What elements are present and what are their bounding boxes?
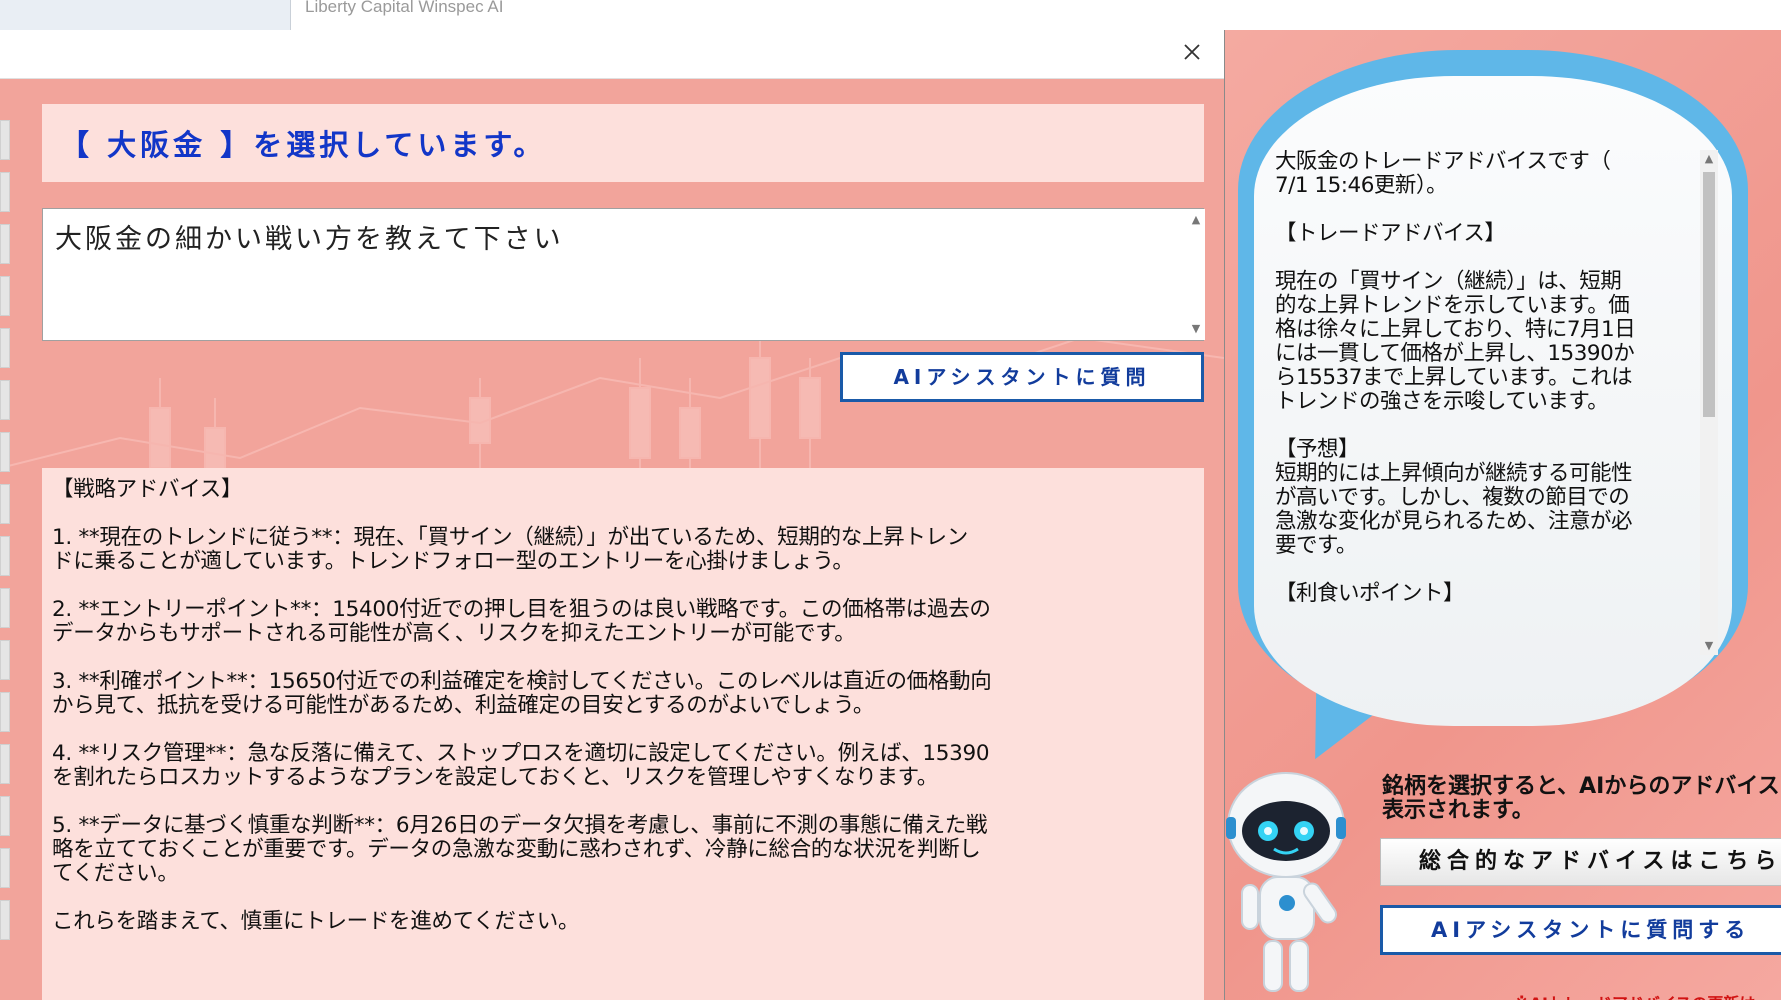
selection-banner: 【 大阪金 】を選択しています。 bbox=[42, 104, 1204, 182]
app-side-strip bbox=[0, 0, 291, 30]
trade-advice-text: 大阪金のトレードアドバイスです（ 7/1 15:46更新）。 【トレードアドバイ… bbox=[1275, 150, 1636, 606]
question-input[interactable]: 大阪金の細かい戦い方を教えて下さい ▲ ▼ bbox=[42, 208, 1205, 341]
trade-advice-box[interactable]: 大阪金のトレードアドバイスです（ 7/1 15:46更新）。 【トレードアドバイ… bbox=[1275, 150, 1720, 655]
scroll-up-icon[interactable]: ▲ bbox=[1700, 150, 1718, 168]
general-advice-button[interactable]: 総合的なアドバイスはこちら bbox=[1380, 838, 1781, 886]
instruction-line-1: 銘柄を選択すると、AIからのアドバイス bbox=[1382, 774, 1780, 799]
scrollbar-thumb[interactable] bbox=[1703, 172, 1715, 417]
scroll-down-icon[interactable]: ▼ bbox=[1187, 320, 1205, 338]
instruction-text: 銘柄を選択すると、AIからのアドバイス 表示されます。 bbox=[1382, 775, 1781, 823]
scroll-down-icon[interactable]: ▼ bbox=[1700, 637, 1718, 655]
question-scrollbar[interactable]: ▲ ▼ bbox=[1187, 209, 1205, 340]
advice-scrollbar[interactable]: ▲ ▼ bbox=[1700, 150, 1718, 655]
ask-ai-button[interactable]: AIアシスタントに質問 bbox=[840, 352, 1204, 402]
advice-side-panel: 大阪金のトレードアドバイスです（ 7/1 15:46更新）。 【トレードアドバイ… bbox=[1224, 30, 1781, 1000]
update-footnote: ※AIトレードアドバイスの更新は、 bbox=[1514, 990, 1771, 1000]
left-edge-strip bbox=[0, 120, 10, 952]
close-icon[interactable] bbox=[1180, 40, 1204, 64]
question-input-value: 大阪金の細かい戦い方を教えて下さい bbox=[55, 224, 564, 255]
ask-ai-assistant-button[interactable]: AIアシスタントに質問する bbox=[1380, 905, 1781, 955]
app-titlebar: Liberty Capital Winspec AI bbox=[0, 0, 1781, 31]
robot-mascot-icon bbox=[1226, 772, 1346, 992]
instruction-line-2: 表示されます。 bbox=[1382, 798, 1534, 823]
strategy-advice-panel: 【戦略アドバイス】 1. **現在のトレンドに従う**：現在、「買サイン（継続）… bbox=[42, 468, 1204, 1000]
dialog-titlebar bbox=[0, 30, 1224, 79]
scroll-up-icon[interactable]: ▲ bbox=[1187, 211, 1205, 229]
strategy-advice-text: 【戦略アドバイス】 1. **現在のトレンドに従う**：現在、「買サイン（継続）… bbox=[52, 477, 992, 934]
app-title: Liberty Capital Winspec AI bbox=[305, 0, 504, 16]
selected-symbol-text: 【 大阪金 】を選択しています。 bbox=[60, 128, 547, 162]
ai-question-dialog: 【 大阪金 】を選択しています。 大阪金の細かい戦い方を教えて下さい ▲ ▼ A… bbox=[0, 30, 1225, 1000]
